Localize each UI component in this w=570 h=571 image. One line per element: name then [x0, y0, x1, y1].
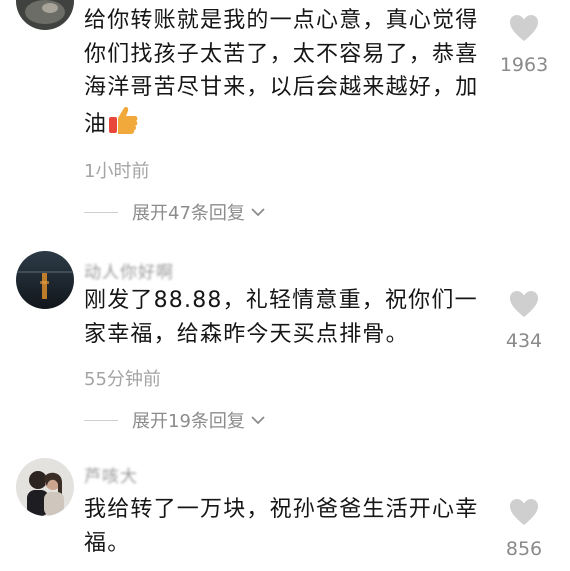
like-count: 856	[505, 538, 543, 560]
like-count: 434	[505, 330, 543, 352]
heart-icon	[510, 291, 538, 317]
comment-item: 动人你好啊 刚发了88.88，礼轻情意重，祝你们一家幸福，给森昨今天买点排骨。 …	[0, 240, 570, 440]
expand-replies-button[interactable]: 展开47条回复	[84, 199, 267, 225]
comment-time: 1小时前	[84, 161, 150, 182]
comment-item: 芦咳大 我给转了一万块，祝孙爸爸生活开心幸福。 856	[0, 450, 570, 571]
comment-item: 给你转账就是我的一点心意，真心觉得你们找孩子太苦了，太不容易了，恭喜海洋哥苦尽甘…	[0, 0, 570, 230]
avatar-photo	[16, 0, 74, 30]
like-button[interactable]: 856	[494, 498, 554, 560]
like-button[interactable]: 434	[494, 290, 554, 352]
divider	[84, 419, 118, 421]
heart-icon	[510, 15, 538, 41]
avatar[interactable]	[16, 251, 74, 309]
thumbs-up-icon	[107, 105, 139, 135]
avatar-couple-photo	[16, 458, 74, 516]
like-count: 1963	[499, 54, 549, 76]
username[interactable]: 动人你好啊	[84, 258, 174, 283]
expand-replies-button[interactable]: 展开19条回复	[84, 407, 267, 433]
divider	[84, 211, 118, 213]
avatar-sunset-sea	[16, 251, 74, 309]
comment-text: 刚发了88.88，礼轻情意重，祝你们一家幸福，给森昨今天买点排骨。	[84, 288, 478, 347]
comment-text: 给你转账就是我的一点心意，真心觉得你们找孩子太苦了，太不容易了，恭喜海洋哥苦尽甘…	[84, 8, 479, 137]
heart-icon	[510, 499, 538, 525]
expand-replies-label: 展开19条回复	[132, 411, 245, 432]
chevron-down-icon	[251, 208, 265, 217]
expand-replies-label: 展开47条回复	[132, 203, 245, 224]
avatar[interactable]	[16, 458, 74, 516]
like-button[interactable]: 1963	[494, 14, 554, 76]
username[interactable]: 芦咳大	[84, 462, 138, 487]
avatar[interactable]	[16, 0, 74, 30]
comment-text: 我给转了一万块，祝孙爸爸生活开心幸福。	[84, 497, 479, 556]
chevron-down-icon	[251, 416, 265, 425]
comment-time: 55分钟前	[84, 369, 161, 390]
